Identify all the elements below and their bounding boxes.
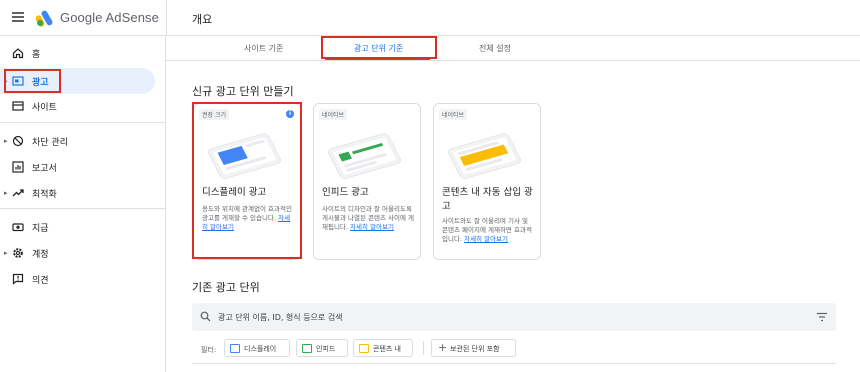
brand-name: Google AdSense — [60, 10, 159, 25]
add-icon: + — [438, 341, 448, 354]
in-article-ad-illustration-icon — [447, 133, 521, 179]
top-app-bar: Google AdSense 개요 — [0, 0, 860, 36]
filter-divider — [423, 341, 424, 355]
filter-chip-label: 인피드 — [316, 345, 336, 353]
sidebar-item-label: 차단 관리 — [32, 138, 68, 148]
learn-more-link[interactable]: 자세히 알아보기 — [350, 223, 394, 231]
in-feed-filter-icon — [302, 344, 312, 353]
reports-icon — [12, 161, 24, 173]
sidebar-divider — [0, 208, 165, 209]
card-description: 사이트와도 잘 어울리며 기사 및 콘텐츠 페이지에 게재하면 효과적입니다. … — [442, 217, 532, 243]
filter-label: 필터: — [201, 346, 217, 354]
in-feed-ads-card[interactable]: 네이티브 인피드 광고 사이트의 디자인과 잘 어울리도록 게시물과 나열된 콘… — [313, 103, 421, 260]
sidebar-item-label: 최적화 — [32, 190, 57, 200]
sidebar-item-label: 의견 — [32, 276, 49, 286]
sidebar-item-label: 지급 — [32, 224, 49, 234]
search-icon — [200, 311, 211, 322]
sidebar-item-payments[interactable]: 지급 — [0, 214, 155, 240]
card-title: 인피드 광고 — [322, 187, 369, 198]
card-title: 콘텐츠 내 자동 삽입 광고 — [442, 187, 533, 212]
in-article-filter-icon — [359, 344, 369, 353]
sidebar-item-account[interactable]: ▸ 계정 — [0, 240, 155, 266]
expand-caret-icon[interactable]: ▸ — [4, 249, 8, 257]
menu-icon[interactable] — [12, 12, 24, 22]
filter-chip-label: 디스플레이 — [244, 345, 277, 353]
in-feed-ad-illustration-icon — [327, 133, 401, 179]
filter-chip-label: 콘텐츠 내 — [373, 345, 401, 353]
gear-icon — [13, 248, 23, 258]
sidebar-divider — [0, 122, 165, 123]
highlight-box-sidebar — [4, 69, 61, 93]
sidebar-item-feedback[interactable]: 의견 — [0, 266, 155, 292]
filter-chip-in-feed[interactable]: 인피드 — [296, 339, 348, 357]
page-title: 개요 — [192, 13, 213, 26]
new-ad-units-title: 신규 광고 단위 만들기 — [192, 85, 294, 98]
feedback-icon — [12, 273, 24, 285]
topbar-divider — [166, 0, 167, 36]
sidebar-item-home[interactable]: 홈 — [0, 40, 155, 66]
sidebar-item-label: 보고서 — [32, 164, 57, 174]
native-chip: 네이티브 — [439, 109, 468, 120]
expand-caret-icon[interactable]: ▸ — [4, 137, 8, 145]
search-input[interactable]: 광고 단위 이름, ID, 형식 등으로 검색 — [218, 312, 343, 323]
display-filter-icon — [230, 344, 240, 353]
payments-icon — [12, 223, 24, 232]
filter-chip-label: 보관된 단위 포함 — [450, 345, 500, 353]
tab-global-settings[interactable]: 전체 설정 — [479, 43, 511, 54]
include-archived-chip[interactable]: + 보관된 단위 포함 — [431, 339, 516, 357]
table-top-divider — [192, 363, 836, 364]
native-chip: 네이티브 — [319, 109, 348, 120]
sidebar-item-blocking[interactable]: ▸ 차단 관리 — [0, 128, 155, 154]
in-article-ads-card[interactable]: 네이티브 콘텐츠 내 자동 삽입 광고 사이트와도 잘 어울리며 기사 및 콘텐… — [433, 103, 541, 260]
ad-unit-search-bar[interactable]: 광고 단위 이름, ID, 형식 등으로 검색 — [192, 303, 836, 331]
card-description: 사이트의 디자인과 잘 어울리도록 게시물과 나열된 콘텐츠 사이에 게재됩니다… — [322, 205, 414, 231]
filter-chip-display[interactable]: 디스플레이 — [224, 339, 290, 357]
adsense-logo[interactable] — [36, 9, 56, 27]
home-icon — [12, 48, 24, 59]
sidebar-item-sites[interactable]: 사이트 — [0, 93, 155, 119]
filter-list-icon[interactable] — [816, 312, 828, 322]
highlight-box-tab — [321, 36, 437, 59]
filter-chip-in-article[interactable]: 콘텐츠 내 — [353, 339, 413, 357]
sidebar-item-label: 사이트 — [32, 103, 57, 113]
sidebar-item-optimization[interactable]: ▸ 최적화 — [0, 180, 155, 206]
sidebar-item-label: 계정 — [32, 250, 49, 260]
learn-more-link[interactable]: 자세히 알아보기 — [464, 235, 508, 243]
existing-ad-units-title: 기존 광고 단위 — [192, 281, 260, 294]
sidebar-item-label: 홈 — [32, 50, 41, 60]
sites-icon — [12, 101, 24, 111]
tab-by-site[interactable]: 사이트 기준 — [244, 43, 283, 54]
expand-caret-icon[interactable]: ▸ — [4, 189, 8, 197]
sidebar-item-reports[interactable]: 보고서 — [0, 154, 155, 180]
highlight-box-card — [192, 102, 302, 259]
trending-up-icon — [12, 189, 24, 197]
block-icon — [12, 135, 24, 147]
